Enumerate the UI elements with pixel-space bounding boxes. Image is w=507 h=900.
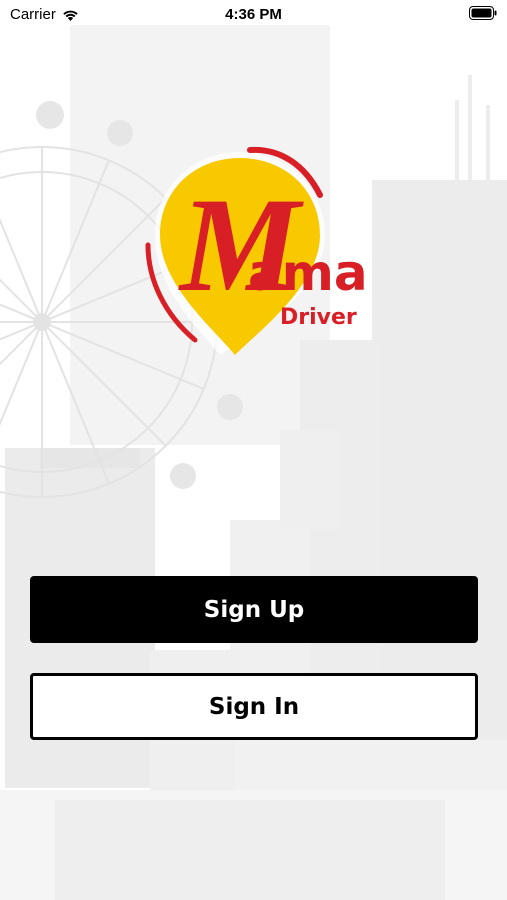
sign-up-label: Sign Up xyxy=(203,596,305,623)
mama-driver-logo: M ama Driver xyxy=(145,146,368,355)
status-time: 4:36 PM xyxy=(225,6,282,23)
sign-in-label: Sign In xyxy=(208,693,300,720)
city-background xyxy=(0,0,507,900)
logo-subtitle: Driver xyxy=(280,305,357,330)
sign-up-button[interactable]: Sign Up xyxy=(30,576,478,643)
sign-in-button[interactable]: Sign In xyxy=(30,673,478,740)
logo-word: ama xyxy=(248,244,368,302)
status-bar: Carrier 4:36 PM xyxy=(0,0,507,30)
battery-icon xyxy=(469,6,497,24)
